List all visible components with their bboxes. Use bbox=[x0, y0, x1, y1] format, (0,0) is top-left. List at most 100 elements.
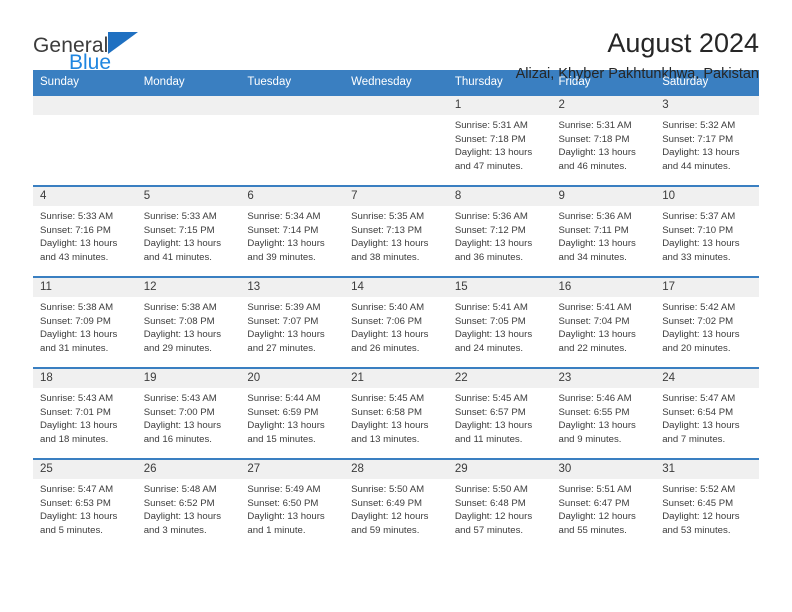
day-cell[interactable]: 27 Sunrise: 5:49 AM Sunset: 6:50 PM Dayligh… bbox=[240, 458, 345, 549]
daylight-text-line1: Daylight: 13 hours bbox=[558, 329, 636, 341]
day-cell[interactable] bbox=[33, 94, 137, 186]
daylight-text-line1: Daylight: 13 hours bbox=[40, 329, 118, 341]
day-details: Sunrise: 5:47 AM Sunset: 6:53 PM Daylight:… bbox=[33, 479, 137, 537]
day-number: 24 bbox=[655, 369, 759, 389]
day-number: 5 bbox=[136, 187, 241, 207]
day-number: 4 bbox=[33, 187, 137, 207]
daylight-text-line2: and 13 minutes. bbox=[351, 433, 420, 445]
sunset-text: Sunset: 6:59 PM bbox=[247, 406, 319, 418]
daylight-text-line2: and 27 minutes. bbox=[247, 342, 316, 354]
sunset-text: Sunset: 6:47 PM bbox=[558, 497, 630, 509]
calendar-week-row: 4 Sunrise: 5:33 AM Sunset: 7:16 PM Daylight… bbox=[33, 185, 759, 277]
sunrise-text: Sunrise: 5:31 AM bbox=[454, 120, 528, 132]
day-cell[interactable]: 13 Sunrise: 5:39 AM Sunset: 7:07 PM Dayligh… bbox=[240, 276, 345, 368]
day-cell[interactable]: 29 Sunrise: 5:50 AM Sunset: 6:48 PM Dayligh… bbox=[447, 458, 552, 549]
daylight-text-line1: Daylight: 13 hours bbox=[454, 147, 533, 159]
daylight-text-line2: and 26 minutes. bbox=[351, 342, 420, 354]
day-number bbox=[240, 96, 345, 116]
daylight-text-line2: and 11 minutes. bbox=[454, 433, 523, 445]
sunrise-text: Sunrise: 5:41 AM bbox=[558, 302, 632, 314]
daylight-text-line2: and 38 minutes. bbox=[351, 251, 420, 263]
daylight-text-line2: and 47 minutes. bbox=[454, 160, 524, 172]
day-cell[interactable] bbox=[240, 94, 345, 186]
day-cell[interactable]: 26 Sunrise: 5:48 AM Sunset: 6:52 PM Dayligh… bbox=[136, 458, 241, 549]
page-title: August 2024 bbox=[607, 28, 759, 58]
day-details: Sunrise: 5:39 AM Sunset: 7:07 PM Daylight:… bbox=[240, 297, 344, 355]
daylight-text-line1: Daylight: 13 hours bbox=[558, 238, 636, 250]
day-cell[interactable]: 16 Sunrise: 5:41 AM Sunset: 7:04 PM Dayligh… bbox=[551, 276, 656, 368]
day-cell[interactable]: 5 Sunrise: 5:33 AM Sunset: 7:15 PM Daylight… bbox=[136, 185, 241, 277]
sunset-text: Sunset: 7:08 PM bbox=[143, 315, 215, 327]
daylight-text-line2: and 1 minute. bbox=[247, 524, 306, 536]
day-cell[interactable]: 8 Sunrise: 5:36 AM Sunset: 7:12 PM Daylight… bbox=[447, 185, 552, 277]
day-number: 7 bbox=[344, 187, 448, 207]
daylight-text-line1: Daylight: 13 hours bbox=[662, 420, 740, 432]
day-details: Sunrise: 5:31 AM Sunset: 7:18 PM Daylight:… bbox=[448, 115, 552, 173]
day-cell[interactable]: 31 Sunrise: 5:52 AM Sunset: 6:45 PM Dayligh… bbox=[655, 458, 759, 549]
day-number: 18 bbox=[33, 369, 137, 389]
sunrise-text: Sunrise: 5:33 AM bbox=[143, 211, 217, 223]
day-cell[interactable] bbox=[344, 94, 448, 186]
daylight-text-line2: and 57 minutes. bbox=[454, 524, 524, 536]
day-cell[interactable]: 20 Sunrise: 5:44 AM Sunset: 6:59 PM Dayligh… bbox=[240, 367, 345, 459]
daylight-text-line1: Daylight: 13 hours bbox=[143, 511, 222, 523]
sunrise-text: Sunrise: 5:49 AM bbox=[247, 484, 321, 496]
sunset-text: Sunset: 6:50 PM bbox=[247, 497, 319, 509]
daylight-text-line1: Daylight: 13 hours bbox=[351, 238, 429, 250]
day-cell[interactable]: 25 Sunrise: 5:47 AM Sunset: 6:53 PM Dayligh… bbox=[33, 458, 137, 549]
sunset-text: Sunset: 7:02 PM bbox=[662, 315, 734, 327]
sunset-text: Sunset: 7:18 PM bbox=[454, 133, 526, 145]
day-cell[interactable]: 30 Sunrise: 5:51 AM Sunset: 6:47 PM Dayligh… bbox=[551, 458, 656, 549]
day-number: 16 bbox=[551, 278, 656, 298]
sunrise-text: Sunrise: 5:47 AM bbox=[40, 484, 114, 496]
day-details: Sunrise: 5:40 AM Sunset: 7:06 PM Daylight:… bbox=[344, 297, 448, 355]
day-cell[interactable]: 2 Sunrise: 5:31 AM Sunset: 7:18 PM Daylight… bbox=[551, 94, 656, 186]
day-cell[interactable]: 7 Sunrise: 5:35 AM Sunset: 7:13 PM Daylight… bbox=[344, 185, 448, 277]
sunset-text: Sunset: 7:14 PM bbox=[247, 224, 319, 236]
day-cell[interactable]: 14 Sunrise: 5:40 AM Sunset: 7:06 PM Dayligh… bbox=[344, 276, 448, 368]
daylight-text-line1: Daylight: 13 hours bbox=[40, 238, 118, 250]
day-cell[interactable]: 18 Sunrise: 5:43 AM Sunset: 7:01 PM Dayligh… bbox=[33, 367, 137, 459]
day-number bbox=[33, 96, 137, 116]
sunrise-text: Sunrise: 5:37 AM bbox=[662, 211, 736, 223]
sunset-text: Sunset: 7:10 PM bbox=[662, 224, 734, 236]
day-cell[interactable]: 17 Sunrise: 5:42 AM Sunset: 7:02 PM Dayligh… bbox=[655, 276, 759, 368]
day-cell[interactable]: 4 Sunrise: 5:33 AM Sunset: 7:16 PM Daylight… bbox=[33, 185, 137, 277]
day-cell[interactable]: 22 Sunrise: 5:45 AM Sunset: 6:57 PM Dayligh… bbox=[447, 367, 552, 459]
day-cell[interactable]: 24 Sunrise: 5:47 AM Sunset: 6:54 PM Dayligh… bbox=[655, 367, 759, 459]
day-number: 6 bbox=[240, 187, 345, 207]
daylight-text-line1: Daylight: 13 hours bbox=[40, 420, 118, 432]
day-cell[interactable]: 10 Sunrise: 5:37 AM Sunset: 7:10 PM Dayligh… bbox=[655, 185, 759, 277]
day-cell[interactable]: 1 Sunrise: 5:31 AM Sunset: 7:18 PM Daylight… bbox=[447, 94, 552, 186]
sunset-text: Sunset: 7:04 PM bbox=[558, 315, 630, 327]
daylight-text-line1: Daylight: 13 hours bbox=[143, 238, 222, 250]
daylight-text-line1: Daylight: 13 hours bbox=[454, 238, 533, 250]
day-cell[interactable]: 11 Sunrise: 5:38 AM Sunset: 7:09 PM Dayligh… bbox=[33, 276, 137, 368]
day-cell[interactable]: 19 Sunrise: 5:43 AM Sunset: 7:00 PM Dayligh… bbox=[136, 367, 241, 459]
sunrise-text: Sunrise: 5:45 AM bbox=[351, 393, 425, 405]
day-cell[interactable]: 3 Sunrise: 5:32 AM Sunset: 7:17 PM Daylight… bbox=[655, 94, 759, 186]
day-cell[interactable]: 15 Sunrise: 5:41 AM Sunset: 7:05 PM Dayligh… bbox=[447, 276, 552, 368]
day-details: Sunrise: 5:43 AM Sunset: 7:00 PM Daylight:… bbox=[137, 388, 241, 446]
calendar-table: Sunday Monday Tuesday Wednesday Thursday… bbox=[33, 70, 759, 549]
day-cell[interactable]: 21 Sunrise: 5:45 AM Sunset: 6:58 PM Dayligh… bbox=[344, 367, 448, 459]
day-cell[interactable]: 12 Sunrise: 5:38 AM Sunset: 7:08 PM Dayligh… bbox=[136, 276, 241, 368]
daylight-text-line2: and 55 minutes. bbox=[558, 524, 627, 536]
day-cell[interactable]: 23 Sunrise: 5:46 AM Sunset: 6:55 PM Dayligh… bbox=[551, 367, 656, 459]
day-details: Sunrise: 5:50 AM Sunset: 6:48 PM Daylight:… bbox=[448, 479, 552, 537]
day-cell[interactable]: 6 Sunrise: 5:34 AM Sunset: 7:14 PM Daylight… bbox=[240, 185, 345, 277]
day-details: Sunrise: 5:49 AM Sunset: 6:50 PM Daylight:… bbox=[240, 479, 344, 537]
daylight-text-line1: Daylight: 13 hours bbox=[143, 420, 222, 432]
daylight-text-line1: Daylight: 12 hours bbox=[558, 511, 636, 523]
sunset-text: Sunset: 7:01 PM bbox=[40, 406, 111, 418]
sunrise-text: Sunrise: 5:34 AM bbox=[247, 211, 321, 223]
sunrise-text: Sunrise: 5:38 AM bbox=[143, 302, 217, 314]
sunset-text: Sunset: 7:13 PM bbox=[351, 224, 423, 236]
day-cell[interactable] bbox=[136, 94, 241, 186]
day-cell[interactable]: 28 Sunrise: 5:50 AM Sunset: 6:49 PM Dayligh… bbox=[344, 458, 448, 549]
day-cell[interactable]: 9 Sunrise: 5:36 AM Sunset: 7:11 PM Daylight… bbox=[551, 185, 656, 277]
day-number: 12 bbox=[136, 278, 241, 298]
triangle-icon bbox=[108, 32, 139, 54]
daylight-text-line1: Daylight: 13 hours bbox=[40, 511, 118, 523]
day-details: Sunrise: 5:48 AM Sunset: 6:52 PM Daylight:… bbox=[137, 479, 241, 537]
